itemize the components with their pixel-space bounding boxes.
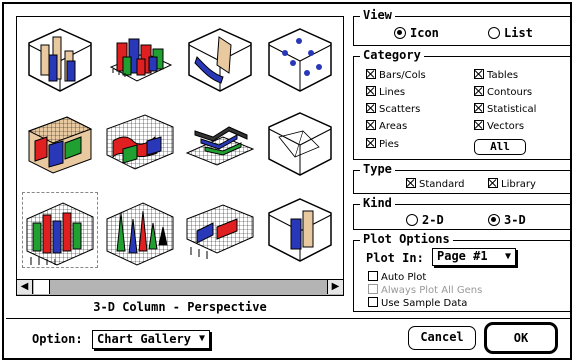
checkbox-label: Always Plot All Gens bbox=[381, 285, 483, 296]
popup-arrow-icon: ▼ bbox=[504, 251, 511, 262]
category-lines-checkbox[interactable]: Lines bbox=[366, 86, 405, 99]
category-label: Pies bbox=[379, 139, 399, 150]
category-areas-checkbox[interactable]: Areas bbox=[366, 120, 407, 133]
3d-spike-surface-chart-icon[interactable] bbox=[103, 193, 177, 267]
3d-multi-column-chart-icon[interactable] bbox=[103, 23, 177, 97]
category-vectors-checkbox[interactable]: Vectors bbox=[474, 120, 524, 133]
checkbox-checked-icon bbox=[366, 120, 376, 130]
auto-plot-checkbox[interactable]: Auto Plot bbox=[368, 271, 426, 284]
plot-in-value: Page #1 bbox=[437, 249, 488, 263]
3d-area-block-chart-icon[interactable] bbox=[23, 107, 97, 181]
chart-thumbnail-grid bbox=[17, 17, 343, 279]
use-sample-data-checkbox[interactable]: Use Sample Data bbox=[368, 297, 467, 310]
category-scatters-checkbox[interactable]: Scatters bbox=[366, 103, 420, 116]
category-tables-checkbox[interactable]: Tables bbox=[474, 69, 518, 82]
3d-single-column-icon[interactable] bbox=[263, 193, 337, 267]
checkbox-label: Auto Plot bbox=[381, 272, 427, 283]
view-icon-label: Icon bbox=[410, 26, 439, 40]
option-popup-menu[interactable]: Chart Gallery ▼ bbox=[92, 330, 210, 349]
3d-ribbon-chart-icon[interactable] bbox=[183, 23, 257, 97]
kind-3d-radio[interactable]: 3-D bbox=[488, 213, 526, 227]
category-bars-cols-checkbox[interactable]: Bars/Cols bbox=[366, 69, 426, 82]
radio-empty-icon bbox=[406, 214, 418, 226]
scroll-right-arrow-icon[interactable]: ▶ bbox=[327, 280, 343, 294]
checkbox-empty-icon bbox=[368, 271, 378, 281]
category-label: Statistical bbox=[487, 104, 537, 115]
category-label: Areas bbox=[379, 121, 408, 132]
chart-gallery-panel: ◀ ▶ bbox=[16, 16, 344, 296]
checkbox-checked-icon bbox=[474, 103, 484, 113]
type-group: Type Standard Library bbox=[353, 162, 571, 194]
3d-scatter-chart-icon[interactable] bbox=[263, 23, 337, 97]
radio-empty-icon bbox=[488, 27, 500, 39]
category-label: Lines bbox=[379, 87, 406, 98]
kind-group-title: Kind bbox=[360, 196, 395, 210]
footer-divider bbox=[6, 318, 572, 319]
type-standard-checkbox[interactable]: Standard bbox=[406, 178, 465, 191]
view-icon-radio[interactable]: Icon bbox=[394, 26, 439, 40]
type-label: Standard bbox=[419, 179, 465, 190]
checkbox-checked-icon bbox=[366, 138, 376, 148]
checkbox-checked-icon bbox=[474, 69, 484, 79]
category-label: Tables bbox=[487, 70, 519, 81]
checkbox-checked-icon bbox=[406, 178, 416, 188]
plot-in-label: Plot In: bbox=[366, 251, 424, 265]
radio-selected-icon bbox=[488, 214, 500, 226]
checkbox-disabled-icon bbox=[368, 284, 378, 294]
scroll-thumb[interactable] bbox=[34, 280, 50, 294]
3d-column-chart-icon[interactable] bbox=[23, 23, 97, 97]
category-label: Contours bbox=[487, 87, 533, 98]
checkbox-checked-icon bbox=[366, 103, 376, 113]
category-label: Bars/Cols bbox=[379, 70, 426, 81]
plot-options-group-title: Plot Options bbox=[360, 232, 453, 246]
3d-ribbon-line-chart-icon[interactable] bbox=[183, 107, 257, 181]
scroll-left-arrow-icon[interactable]: ◀ bbox=[17, 280, 33, 294]
all-categories-button[interactable]: All bbox=[474, 139, 526, 155]
checkbox-checked-icon bbox=[488, 178, 498, 188]
category-contours-checkbox[interactable]: Contours bbox=[474, 86, 532, 99]
selected-chart-caption: 3-D Column - Perspective bbox=[93, 300, 267, 314]
checkbox-empty-icon bbox=[368, 297, 378, 307]
category-label: Scatters bbox=[379, 104, 421, 115]
checkbox-checked-icon bbox=[474, 120, 484, 130]
3d-grid-surface-chart-icon[interactable] bbox=[103, 107, 177, 181]
3d-mesh-surface-chart-icon[interactable] bbox=[183, 193, 257, 267]
checkbox-checked-icon bbox=[366, 69, 376, 79]
type-label: Library bbox=[501, 179, 536, 190]
always-plot-all-gens-checkbox: Always Plot All Gens bbox=[368, 284, 482, 297]
category-statistical-checkbox[interactable]: Statistical bbox=[474, 103, 536, 116]
radio-selected-icon bbox=[394, 27, 406, 39]
kind-3d-label: 3-D bbox=[504, 213, 526, 227]
cancel-button[interactable]: Cancel bbox=[408, 326, 476, 350]
checkbox-label: Use Sample Data bbox=[381, 298, 468, 309]
popup-arrow-icon: ▼ bbox=[198, 333, 205, 344]
chart-gallery-dialog: ◀ ▶ 3-D Column - Perspective Option: Cha… bbox=[2, 2, 572, 360]
ok-button[interactable]: OK bbox=[484, 322, 558, 354]
category-group: Category Bars/Cols Tables Lines Contours… bbox=[353, 48, 571, 160]
checkbox-checked-icon bbox=[474, 86, 484, 96]
category-group-title: Category bbox=[360, 48, 424, 62]
type-library-checkbox[interactable]: Library bbox=[488, 178, 536, 191]
view-group-title: View bbox=[360, 8, 395, 22]
gallery-horizontal-scrollbar[interactable]: ◀ ▶ bbox=[17, 279, 343, 295]
kind-group: Kind 2-D 3-D bbox=[353, 196, 571, 230]
3d-column-perspective-icon[interactable] bbox=[22, 192, 98, 268]
type-group-title: Type bbox=[360, 162, 395, 176]
option-popup-value: Chart Gallery bbox=[97, 332, 191, 346]
option-label: Option: bbox=[32, 332, 83, 346]
kind-2d-label: 2-D bbox=[422, 213, 444, 227]
plot-in-popup-menu[interactable]: Page #1 ▼ bbox=[432, 248, 516, 266]
category-label: Vectors bbox=[487, 121, 525, 132]
view-list-label: List bbox=[504, 26, 533, 40]
checkbox-checked-icon bbox=[366, 86, 376, 96]
3d-wireframe-box-icon[interactable] bbox=[263, 107, 337, 181]
kind-2d-radio[interactable]: 2-D bbox=[406, 213, 444, 227]
plot-options-group: Plot Options Plot In: Page #1 ▼ Auto Plo… bbox=[353, 232, 571, 312]
view-list-radio[interactable]: List bbox=[488, 26, 533, 40]
category-pies-checkbox[interactable]: Pies bbox=[366, 138, 399, 151]
view-group: View Icon List bbox=[353, 8, 571, 46]
